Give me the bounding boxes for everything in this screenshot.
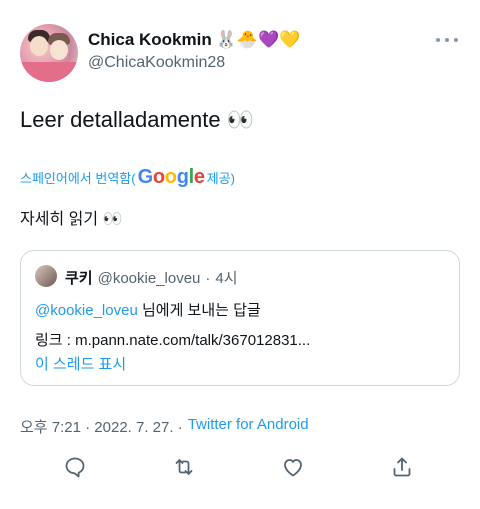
share-icon (393, 457, 411, 477)
quoted-author-row: 쿠키 @kookie_loveu · 4시 (65, 267, 238, 288)
quoted-reply-suffix: 님에게 보내는 답글 (137, 302, 261, 319)
retweet-icon (175, 459, 193, 475)
tweet-meta: 오후 7:21 · 2022. 7. 27. · Twitter for And… (20, 416, 309, 437)
dot-icon (454, 38, 458, 42)
quoted-separator: · (205, 270, 211, 287)
dot-icon (445, 38, 449, 42)
quoted-author-name: 쿠키 (65, 270, 93, 287)
show-thread-link[interactable]: 이 스레드 표시 (35, 353, 126, 374)
google-letter: o (164, 166, 177, 188)
more-options-icon[interactable] (436, 32, 458, 48)
reply-icon (65, 457, 85, 478)
tweet-source[interactable]: Twitter for Android (188, 416, 309, 437)
quoted-reply-mention[interactable]: @kookie_loveu (35, 302, 138, 319)
author-avatar[interactable] (20, 24, 78, 82)
quoted-author-avatar (35, 265, 57, 287)
action-bar (0, 452, 480, 484)
reply-button[interactable] (60, 452, 90, 482)
tweet-timestamp[interactable]: 오후 7:21 · 2022. 7. 27. · (20, 416, 183, 437)
like-icon (284, 459, 302, 477)
author-handle[interactable]: @ChicaKookmin28 (88, 54, 225, 72)
avatar-art (30, 36, 48, 56)
quoted-reply-context: @kookie_loveu 님에게 보내는 답글 (35, 299, 261, 320)
google-letter: e (193, 166, 205, 188)
quoted-author-handle: @kookie_loveu (97, 270, 201, 287)
like-button[interactable] (278, 452, 308, 482)
google-logo: Google (138, 166, 205, 189)
avatar-art (50, 40, 68, 60)
quoted-link-text: 링크 : m.pann.nate.com/talk/367012831... (35, 332, 311, 349)
tweet-text: Leer detalladamente 👀 (20, 107, 255, 132)
retweet-button[interactable] (169, 452, 199, 482)
author-display-name[interactable]: Chica Kookmin (88, 30, 212, 50)
name-emojis: 🐰🐣💜💛 (215, 29, 301, 50)
dot-icon (436, 38, 440, 42)
quoted-tweet-card[interactable]: 쿠키 @kookie_loveu · 4시 @kookie_loveu 님에게 … (20, 250, 460, 386)
author-name-row[interactable]: Chica Kookmin 🐰🐣💜💛 (88, 30, 300, 50)
quoted-time: 4시 (215, 270, 238, 287)
google-letter: o (152, 166, 165, 188)
translation-suffix: 제공) (206, 171, 235, 186)
translation-prefix: 스페인어에서 번역함( (20, 171, 136, 186)
google-letter: G (137, 166, 154, 188)
translation-attribution[interactable]: 스페인어에서 번역함( Google 제공) (20, 166, 235, 189)
avatar-art (20, 62, 78, 82)
google-letter: g (176, 166, 189, 188)
translated-text: 자세히 읽기 👀 (20, 211, 123, 228)
share-button[interactable] (387, 452, 417, 482)
